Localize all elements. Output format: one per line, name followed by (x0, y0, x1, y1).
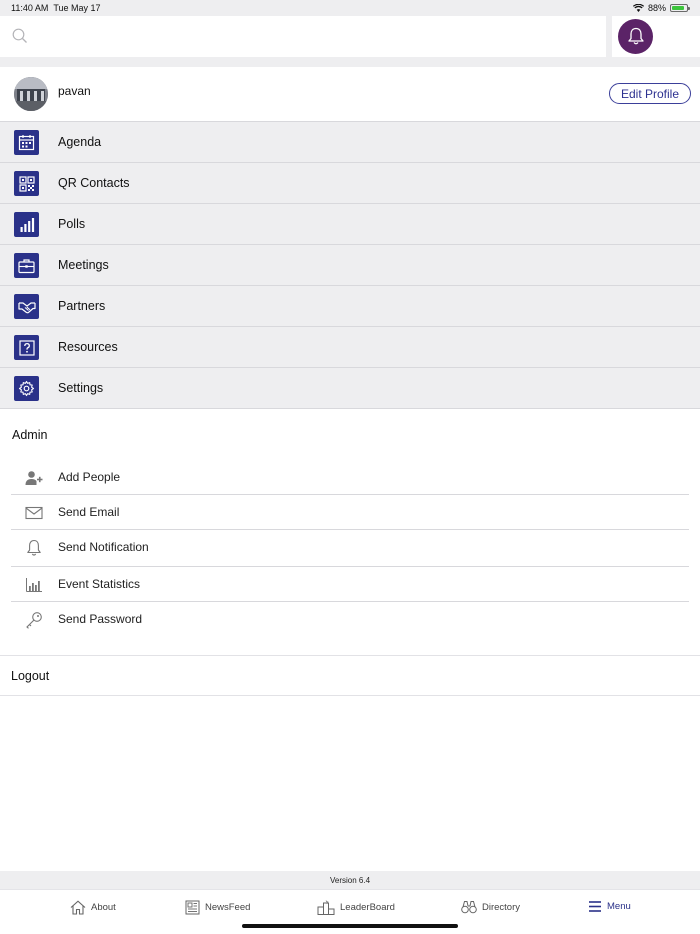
menu-item-partners[interactable]: Partners (0, 286, 700, 327)
tab-label: Directory (482, 901, 521, 913)
add-person-icon (24, 468, 44, 488)
notification-panel (612, 16, 700, 57)
newspaper-icon (185, 900, 200, 915)
main-menu: Agenda QR Contacts Polls Meetings Partne… (0, 122, 700, 409)
question-icon (14, 335, 39, 360)
version-label: Version 6.4 (0, 871, 700, 889)
menu-label: Meetings (58, 258, 109, 272)
menu-label: Settings (58, 381, 104, 395)
tab-directory[interactable]: Directory (461, 900, 520, 914)
admin-header: Admin (12, 428, 48, 442)
binoculars-icon (461, 901, 477, 914)
menu-label: Resources (58, 340, 118, 354)
menu-item-meetings[interactable]: Meetings (0, 245, 700, 286)
menu-item-resources[interactable]: Resources (0, 327, 700, 368)
hamburger-icon (589, 901, 601, 912)
admin-label: Send Password (58, 612, 143, 626)
menu-label: Polls (58, 217, 86, 231)
profile-row: pavan Edit Profile (0, 67, 700, 122)
briefcase-icon (14, 253, 39, 278)
search-input[interactable] (34, 22, 594, 50)
wifi-icon (632, 4, 644, 12)
tab-menu[interactable]: Menu (588, 900, 631, 913)
menu-item-agenda[interactable]: Agenda (0, 122, 700, 163)
home-icon (70, 900, 86, 915)
tab-newsfeed[interactable]: NewsFeed (185, 900, 250, 915)
status-indicators: 88% (632, 3, 690, 13)
tab-about[interactable]: About (70, 900, 116, 915)
tab-label: NewsFeed (205, 902, 251, 913)
avatar[interactable] (14, 77, 48, 111)
admin-item-send-password[interactable]: Send Password (11, 602, 689, 637)
menu-item-settings[interactable]: Settings (0, 368, 700, 409)
search-icon (12, 28, 27, 43)
statistics-icon (24, 575, 44, 595)
admin-item-send-email[interactable]: Send Email (11, 495, 689, 530)
admin-label: Send Email (58, 505, 120, 519)
menu-label: Partners (58, 299, 106, 313)
admin-card: Add People Send Email Send Notification … (11, 460, 689, 641)
notification-button[interactable] (618, 19, 653, 54)
logout-button[interactable]: Logout (0, 655, 700, 696)
menu-label: Agenda (58, 135, 102, 149)
admin-label: Event Statistics (58, 577, 141, 591)
podium-icon (317, 900, 335, 915)
handshake-icon (14, 294, 39, 319)
tab-label: About (91, 902, 116, 913)
envelope-icon (24, 503, 44, 523)
menu-item-polls[interactable]: Polls (0, 204, 700, 245)
edit-profile-button[interactable]: Edit Profile (609, 83, 691, 104)
admin-item-add-people[interactable]: Add People (11, 460, 689, 495)
bell-icon (627, 27, 644, 45)
menu-item-qr-contacts[interactable]: QR Contacts (0, 163, 700, 204)
tab-label: Menu (607, 901, 631, 912)
qr-code-icon (14, 171, 39, 196)
menu-label: QR Contacts (58, 176, 130, 190)
admin-item-event-statistics[interactable]: Event Statistics (11, 567, 689, 602)
calendar-icon (14, 130, 39, 155)
status-bar: 11:40 AM Tue May 17 88% (0, 0, 700, 16)
key-icon (24, 610, 44, 630)
admin-label: Add People (58, 470, 121, 484)
admin-label: Send Notification (58, 540, 149, 554)
gear-icon (14, 376, 39, 401)
search-bar[interactable] (0, 16, 606, 57)
battery-icon (670, 4, 690, 12)
status-date: Tue May 17 (53, 3, 101, 13)
bell-outline-icon (24, 538, 44, 558)
tab-leaderboard[interactable]: LeaderBoard (317, 900, 395, 915)
bar-chart-icon (14, 212, 39, 237)
top-area (0, 16, 700, 67)
status-time: 11:40 AM Tue May 17 (11, 3, 101, 13)
profile-name: pavan (58, 84, 91, 98)
battery-percent: 88% (647, 3, 666, 13)
admin-item-send-notification[interactable]: Send Notification (11, 530, 689, 567)
tab-label: LeaderBoard (340, 902, 395, 913)
home-indicator (242, 924, 458, 928)
logout-label: Logout (11, 669, 50, 683)
